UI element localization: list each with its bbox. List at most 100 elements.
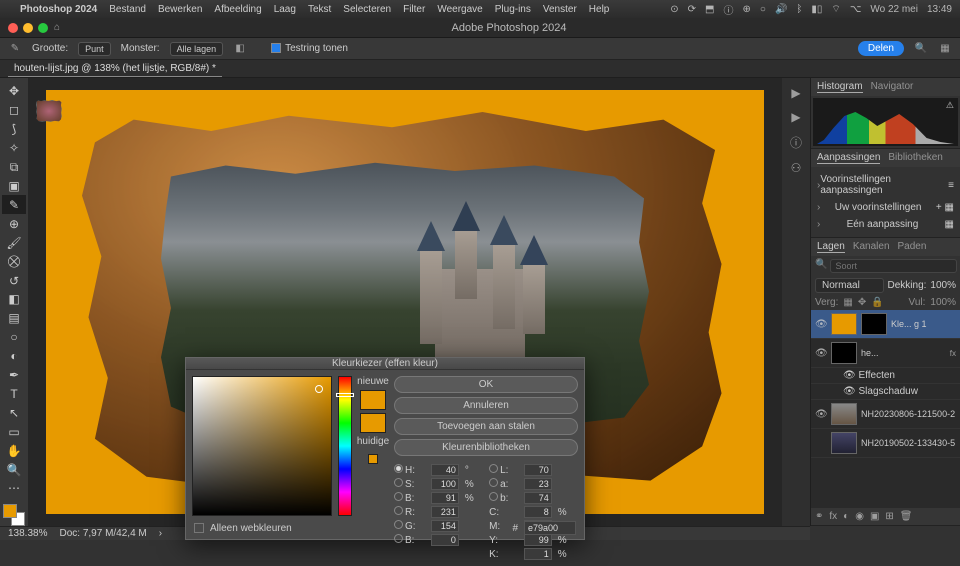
a-radio[interactable] (489, 478, 498, 487)
bl-input[interactable] (431, 534, 459, 546)
play-icon[interactable]: ▶ (791, 110, 800, 124)
hand-tool[interactable]: ✋ (2, 441, 26, 460)
dodge-tool[interactable]: ◐ (2, 347, 26, 366)
layer-row[interactable]: 👁 Kle... g 1 (811, 310, 960, 339)
shape-tool[interactable]: ▭ (2, 422, 26, 441)
menu-afbeelding[interactable]: Afbeelding (214, 4, 261, 15)
y-input[interactable] (524, 534, 552, 546)
lock-pixels-icon[interactable]: ▦ (843, 297, 852, 308)
home-icon[interactable]: ⌂ (54, 22, 60, 33)
b-radio[interactable] (394, 492, 403, 501)
sample-select[interactable]: Alle lagen (170, 42, 224, 56)
layers-tab[interactable]: Lagen (817, 241, 845, 253)
adjustment-layer-icon[interactable]: ◉ (855, 511, 864, 522)
channels-tab[interactable]: Kanalen (853, 241, 890, 253)
status-icon[interactable]: 🔊 (775, 4, 787, 15)
pen-tool[interactable]: ✒ (2, 366, 26, 385)
menu-bestand[interactable]: Bestand (109, 4, 146, 15)
blur-tool[interactable]: ○ (2, 328, 26, 347)
menu-selecteren[interactable]: Selecteren (343, 4, 391, 15)
menu-laag[interactable]: Laag (274, 4, 296, 15)
cancel-button[interactable]: Annuleren (394, 397, 578, 414)
fx-badge[interactable]: fx (950, 349, 956, 358)
sv-cursor[interactable] (315, 385, 323, 393)
bluetooth-icon[interactable]: ᛒ (796, 4, 802, 15)
navigator-tab[interactable]: Navigator (871, 81, 914, 93)
adj-single-row[interactable]: ›Eén aanpassing▦ (817, 216, 954, 233)
bb-radio[interactable] (489, 492, 498, 501)
saturation-value-picker[interactable] (192, 376, 332, 516)
s-radio[interactable] (394, 478, 403, 487)
visibility-icon[interactable]: 👁 (815, 319, 827, 330)
zoom-button[interactable] (38, 23, 48, 33)
adj-user-row[interactable]: ›Uw voorinstellingen+ ▦ (817, 199, 954, 216)
brush-tool[interactable]: 🖌 (2, 233, 26, 252)
zoom-level[interactable]: 138.38% (8, 528, 47, 539)
heal-tool[interactable]: ⊕ (2, 214, 26, 233)
gradient-tool[interactable]: ▤ (2, 309, 26, 328)
menu-tekst[interactable]: Tekst (308, 4, 331, 15)
adjustments-tab[interactable]: Aanpassingen (817, 152, 880, 164)
hex-input[interactable] (524, 521, 576, 535)
current-color-preview[interactable] (360, 413, 386, 433)
layer-search-input[interactable] (830, 259, 957, 273)
menu-filter[interactable]: Filter (403, 4, 425, 15)
eraser-tool[interactable]: ◧ (2, 290, 26, 309)
l-radio[interactable] (489, 464, 498, 473)
mask-thumb[interactable] (861, 313, 887, 335)
libraries-tab[interactable]: Bibliotheken (888, 152, 942, 164)
ok-button[interactable]: OK (394, 376, 578, 393)
document-tab[interactable]: houten-lijst.jpg @ 138% (het lijstje, RG… (8, 61, 222, 77)
color-swatches[interactable] (3, 504, 25, 526)
chevron-right-icon[interactable]: › (159, 528, 162, 539)
mask-thumb[interactable] (831, 342, 857, 364)
dialog-title[interactable]: Kleurkiezer (effen kleur) (186, 358, 584, 370)
adj-presets-row[interactable]: ›Voorinstellingen aanpassingen≡ (817, 171, 954, 199)
webcolors-checkbox[interactable] (194, 523, 204, 533)
r-radio[interactable] (394, 506, 403, 515)
link-layers-icon[interactable]: ⚭ (815, 511, 823, 522)
menu-venster[interactable]: Venster (543, 4, 577, 15)
zoom-tool[interactable]: 🔍 (2, 460, 26, 479)
bl-radio[interactable] (394, 534, 403, 543)
hue-cursor[interactable] (336, 393, 354, 397)
effects-header[interactable]: 👁 Effecten (811, 368, 960, 384)
eyedropper-tool-icon[interactable]: ✎ (8, 42, 22, 56)
s-input[interactable] (431, 478, 459, 490)
control-center-icon[interactable]: ⌥ (850, 4, 862, 15)
layer-thumb[interactable] (831, 432, 857, 454)
websafe-swatch[interactable] (368, 454, 378, 464)
app-menu[interactable]: Photoshop 2024 (20, 4, 97, 15)
new-layer-icon[interactable]: ⊞ (885, 511, 893, 522)
filter-icon[interactable]: 🔍 (815, 259, 827, 273)
status-icon[interactable]: ○ (760, 4, 766, 15)
layer-name[interactable]: Kle... g 1 (891, 319, 956, 329)
hue-slider[interactable] (338, 376, 352, 516)
info-icon[interactable]: ⓘ (790, 134, 802, 151)
layer-mask-icon[interactable]: ◐ (843, 511, 849, 522)
lock-position-icon[interactable]: ✥ (858, 297, 866, 308)
h-input[interactable] (431, 464, 459, 476)
warning-icon[interactable]: ⚠ (946, 100, 954, 111)
add-swatch-button[interactable]: Toevoegen aan stalen (394, 418, 578, 435)
type-tool[interactable]: T (2, 385, 26, 404)
menu-plugins[interactable]: Plug-ins (495, 4, 531, 15)
color-panel-icon[interactable]: ▶ (791, 86, 800, 100)
wifi-icon[interactable]: ⌔ (831, 3, 840, 16)
eyedropper-tool[interactable]: ✎ (2, 195, 26, 214)
share-button[interactable]: Delen (858, 41, 904, 56)
layer-thumb[interactable] (831, 313, 857, 335)
blend-mode-select[interactable]: Normaal (815, 278, 884, 293)
people-icon[interactable]: ⚇ (791, 161, 802, 175)
fill-value[interactable]: 100% (930, 297, 956, 308)
b-input[interactable] (524, 492, 552, 504)
edit-toolbar[interactable]: ⋯ (2, 479, 26, 498)
lasso-tool[interactable]: ⟆ (2, 120, 26, 139)
layer-row[interactable]: 👁 NH20230806-121500-2 (811, 400, 960, 429)
layer-name[interactable]: he... (861, 348, 946, 358)
visibility-icon[interactable]: 👁 (815, 409, 827, 420)
r-input[interactable] (431, 506, 459, 518)
status-icon[interactable]: ⬒ (705, 4, 714, 15)
stamp-tool[interactable]: ⛒ (2, 252, 26, 271)
menu-bewerken[interactable]: Bewerken (158, 4, 202, 15)
